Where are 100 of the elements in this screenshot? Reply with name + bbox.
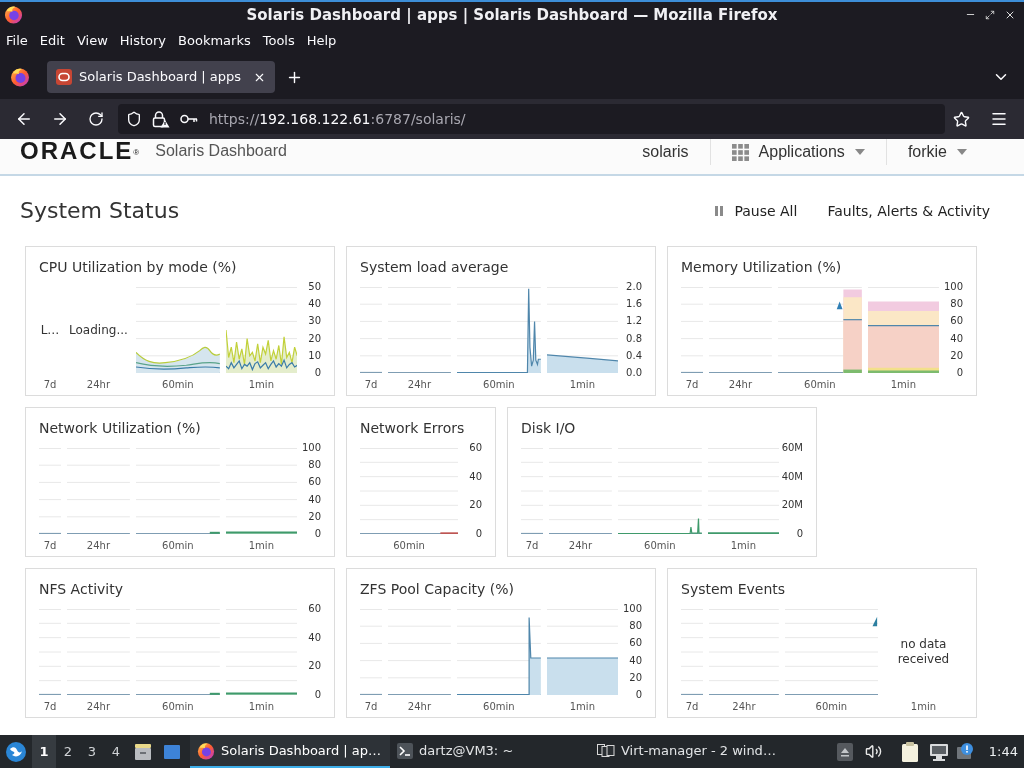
- header-link[interactable]: solaris: [642, 142, 689, 162]
- caret-down-icon: [957, 149, 967, 155]
- app-title: Solaris Dashboard: [155, 141, 287, 161]
- terminal-icon: [397, 742, 413, 759]
- caret-down-icon: [854, 149, 865, 155]
- menu-item[interactable]: Help: [300, 31, 343, 51]
- reload-icon: [88, 111, 104, 127]
- axis-tick-label: 10: [308, 349, 321, 362]
- axis-label: 24hr: [86, 700, 111, 714]
- workspace-button[interactable]: 2: [56, 735, 80, 768]
- axis-tick-label: 1.2: [626, 315, 642, 328]
- start-menu-button[interactable]: [5, 740, 27, 763]
- axis-tick-label: 60M: [781, 442, 803, 454]
- workspace-button[interactable]: 1: [32, 735, 56, 768]
- axis-tick-label: 0.4: [626, 349, 642, 362]
- axis-label: 60min: [393, 539, 425, 553]
- card-title: Network Errors: [360, 419, 465, 438]
- axis-label: 60min: [644, 539, 676, 553]
- chart-message: L…: [40, 322, 60, 338]
- clock[interactable]: 1:44: [988, 742, 1018, 761]
- axis-tick-label: 80: [950, 298, 963, 311]
- chart-message: Loading...: [69, 322, 128, 338]
- pause-all-button[interactable]: Pause All: [715, 201, 798, 221]
- star-icon: [952, 110, 970, 128]
- axis-tick-label: 40: [950, 332, 963, 345]
- desktop-icon: [164, 744, 180, 759]
- workspace-button[interactable]: 3: [80, 735, 104, 768]
- axis-tick-label: 20: [308, 510, 321, 523]
- speaker-icon[interactable]: [864, 743, 882, 760]
- lock-warning-icon: [152, 110, 170, 128]
- axis-label: 24hr: [732, 700, 756, 714]
- applications-menu[interactable]: Applications: [731, 142, 865, 162]
- file-manager-button[interactable]: [135, 743, 151, 760]
- axis-tick-label: 20: [308, 332, 321, 345]
- axis-tick-label: 20M: [781, 499, 803, 512]
- browser-tab[interactable]: Solaris Dashboard | apps: [47, 61, 275, 93]
- app-logo-icon: [197, 741, 215, 760]
- axis-tick-label: 80: [308, 459, 321, 472]
- menu-item[interactable]: Edit: [33, 31, 71, 51]
- card-title: ZFS Pool Capacity (%): [360, 580, 514, 599]
- axis-label: 60min: [483, 700, 515, 714]
- axis-tick-label: 20: [308, 660, 321, 673]
- axis-tick-label: 0: [314, 689, 321, 701]
- alert-icon[interactable]: [956, 742, 975, 761]
- axis-label: 24hr: [407, 700, 432, 714]
- grid-icon: [731, 143, 749, 161]
- pause-icon: [715, 206, 724, 216]
- start-menu-icon: [5, 740, 27, 763]
- axis-tick-label: 2.0: [626, 281, 642, 293]
- axis-label: 7d: [525, 539, 539, 553]
- clipboard-icon[interactable]: [901, 741, 918, 762]
- axis-tick-label: 80: [629, 620, 642, 633]
- axis-label: 7d: [685, 378, 699, 392]
- axis-tick-label: 40: [308, 631, 321, 644]
- axis-tick-label: 40M: [781, 470, 803, 483]
- card-title: Memory Utilization (%): [681, 258, 842, 277]
- axis-tick-label: 60: [308, 603, 321, 615]
- user-menu[interactable]: forkie: [907, 142, 967, 162]
- faults-alerts-link[interactable]: Faults, Alerts & Activity: [827, 201, 990, 221]
- card-title: Disk I/O: [521, 419, 576, 438]
- axis-label: 24hr: [86, 539, 111, 553]
- card-title: System load average: [360, 258, 509, 277]
- menu-item[interactable]: Bookmarks: [172, 31, 257, 51]
- axis-tick-label: 20: [629, 671, 642, 684]
- brand-logo: ORACLE$^{®}$: [20, 139, 140, 163]
- eject-icon[interactable]: [836, 742, 853, 761]
- url-field[interactable]: https://192.168.122.61:6787/solaris/: [118, 104, 945, 134]
- app-logo-icon: [4, 5, 23, 24]
- axis-label: 7d: [43, 378, 57, 392]
- axis-label: 7d: [43, 700, 57, 714]
- axis-tick-label: 60: [950, 315, 963, 328]
- show-desktop-button[interactable]: [164, 744, 180, 759]
- axis-tick-label: 60: [308, 476, 321, 489]
- card-title: System Events: [681, 580, 786, 599]
- monitor-icon[interactable]: [928, 742, 949, 761]
- axis-tick-label: 30: [308, 315, 321, 328]
- taskbar-task[interactable]: dartz@VM3: ~: [390, 735, 590, 768]
- axis-label: 7d: [364, 378, 378, 392]
- card-title: CPU Utilization by mode (%): [39, 258, 237, 277]
- axis-tick-label: 40: [308, 298, 321, 311]
- menu-icon: [990, 110, 1008, 128]
- menu-item[interactable]: Tools: [256, 31, 301, 51]
- axis-tick-label: 0: [314, 528, 321, 540]
- taskbar-task[interactable]: Solaris Dashboard | ap…: [190, 735, 390, 768]
- axis-label: 1min: [730, 539, 756, 553]
- axis-label: 7d: [685, 700, 699, 714]
- monitor-stack-icon: [597, 743, 615, 758]
- axis-label: 1min: [569, 378, 595, 392]
- card-title: NFS Activity: [39, 580, 123, 599]
- workspace-button[interactable]: 4: [104, 735, 128, 768]
- menu-item[interactable]: File: [0, 31, 34, 51]
- axis-label: 60min: [483, 378, 515, 392]
- taskbar-task[interactable]: Virt-manager - 2 wind…: [590, 735, 790, 768]
- menu-item[interactable]: View: [70, 31, 114, 51]
- axis-tick-label: 60: [469, 442, 482, 454]
- axis-tick-label: 0: [956, 367, 963, 379]
- axis-tick-label: 0: [475, 528, 482, 540]
- axis-tick-label: 0.0: [626, 367, 642, 379]
- menu-item[interactable]: History: [113, 31, 173, 51]
- maximize-button[interactable]: [984, 8, 996, 21]
